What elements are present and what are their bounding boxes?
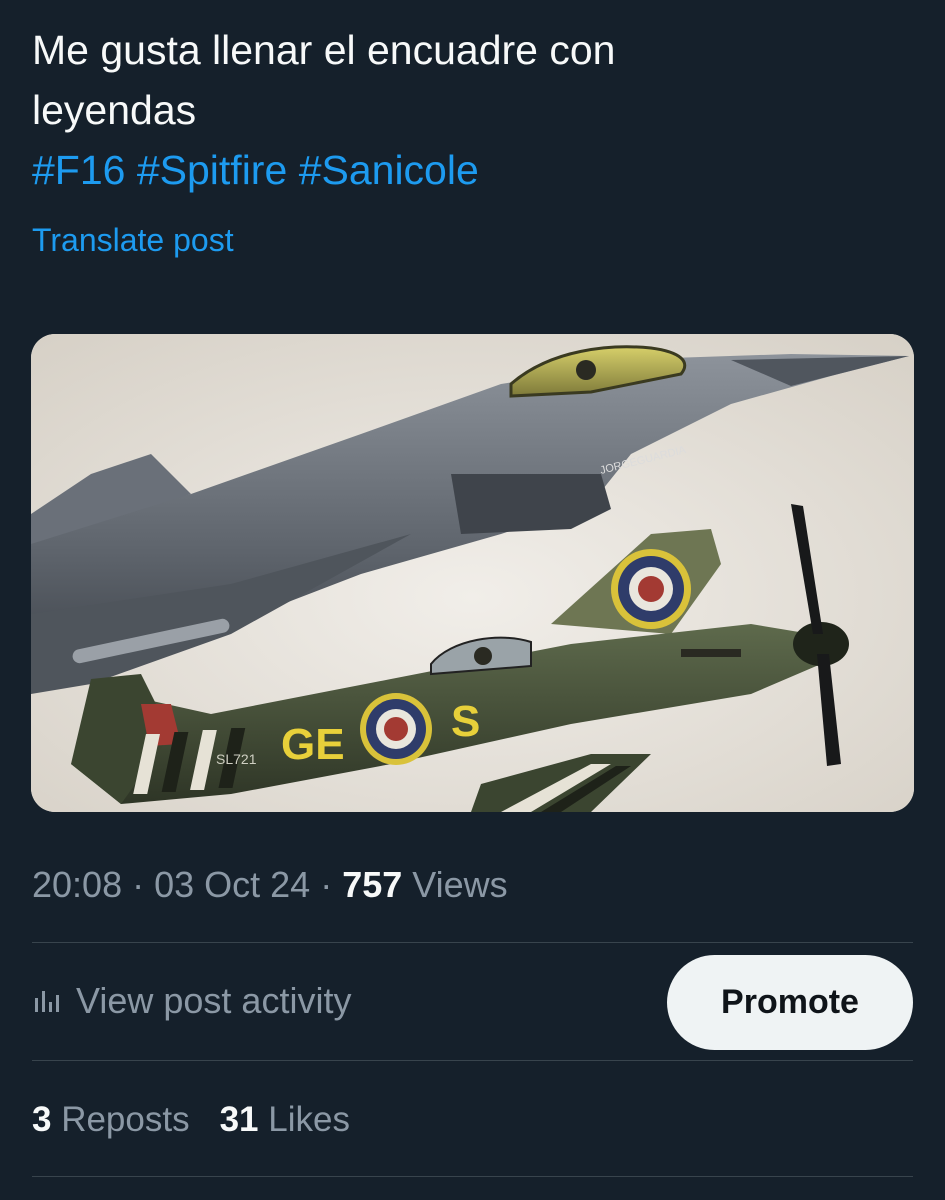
post-date[interactable]: 03 Oct 24 — [154, 864, 310, 905]
reposts-stat[interactable]: 3 Reposts — [32, 1100, 190, 1139]
likes-count: 31 — [219, 1100, 259, 1139]
aircraft-photo: JORGEGUARDIA GE S SL721 — [31, 334, 914, 812]
views-count: 757 — [342, 864, 403, 905]
spitfire-code-right: S — [451, 697, 480, 746]
translate-post-link[interactable]: Translate post — [32, 222, 234, 259]
post-text: Me gusta llenar el encuadre con leyendas… — [32, 20, 912, 200]
divider-bottom — [32, 1176, 913, 1177]
promote-button[interactable]: Promote — [667, 955, 913, 1050]
hashtag-spitfire[interactable]: #Spitfire — [137, 147, 287, 193]
hashtag-sanicole[interactable]: #Sanicole — [299, 147, 479, 193]
spitfire-code-left: GE — [281, 720, 345, 769]
divider-middle — [32, 1060, 913, 1061]
post-text-line-1: Me gusta llenar el encuadre con — [32, 27, 616, 73]
post-image[interactable]: JORGEGUARDIA GE S SL721 — [31, 334, 914, 812]
reposts-label: Reposts — [51, 1100, 190, 1139]
post-time[interactable]: 20:08 — [32, 864, 122, 905]
views-label: Views — [402, 864, 508, 905]
meta-separator-1: · — [122, 864, 155, 905]
engagement-stats: 3 Reposts 31 Likes — [32, 1100, 350, 1140]
hashtags: #F16 #Spitfire #Sanicole — [32, 140, 912, 200]
view-post-activity-link[interactable]: View post activity — [32, 980, 351, 1022]
likes-label: Likes — [258, 1100, 350, 1139]
hashtag-f16[interactable]: #F16 — [32, 147, 125, 193]
likes-stat[interactable]: 31 Likes — [220, 1100, 350, 1139]
post-text-line-2: leyendas — [32, 87, 197, 133]
post-meta: 20:08 · 03 Oct 24 · 757 Views — [32, 864, 508, 906]
reposts-count: 3 — [32, 1100, 52, 1139]
view-post-activity-label: View post activity — [76, 980, 352, 1021]
divider-top — [32, 942, 913, 943]
meta-separator-2: · — [310, 864, 343, 905]
spitfire-serial: SL721 — [216, 751, 257, 767]
bar-chart-icon — [32, 986, 62, 1016]
